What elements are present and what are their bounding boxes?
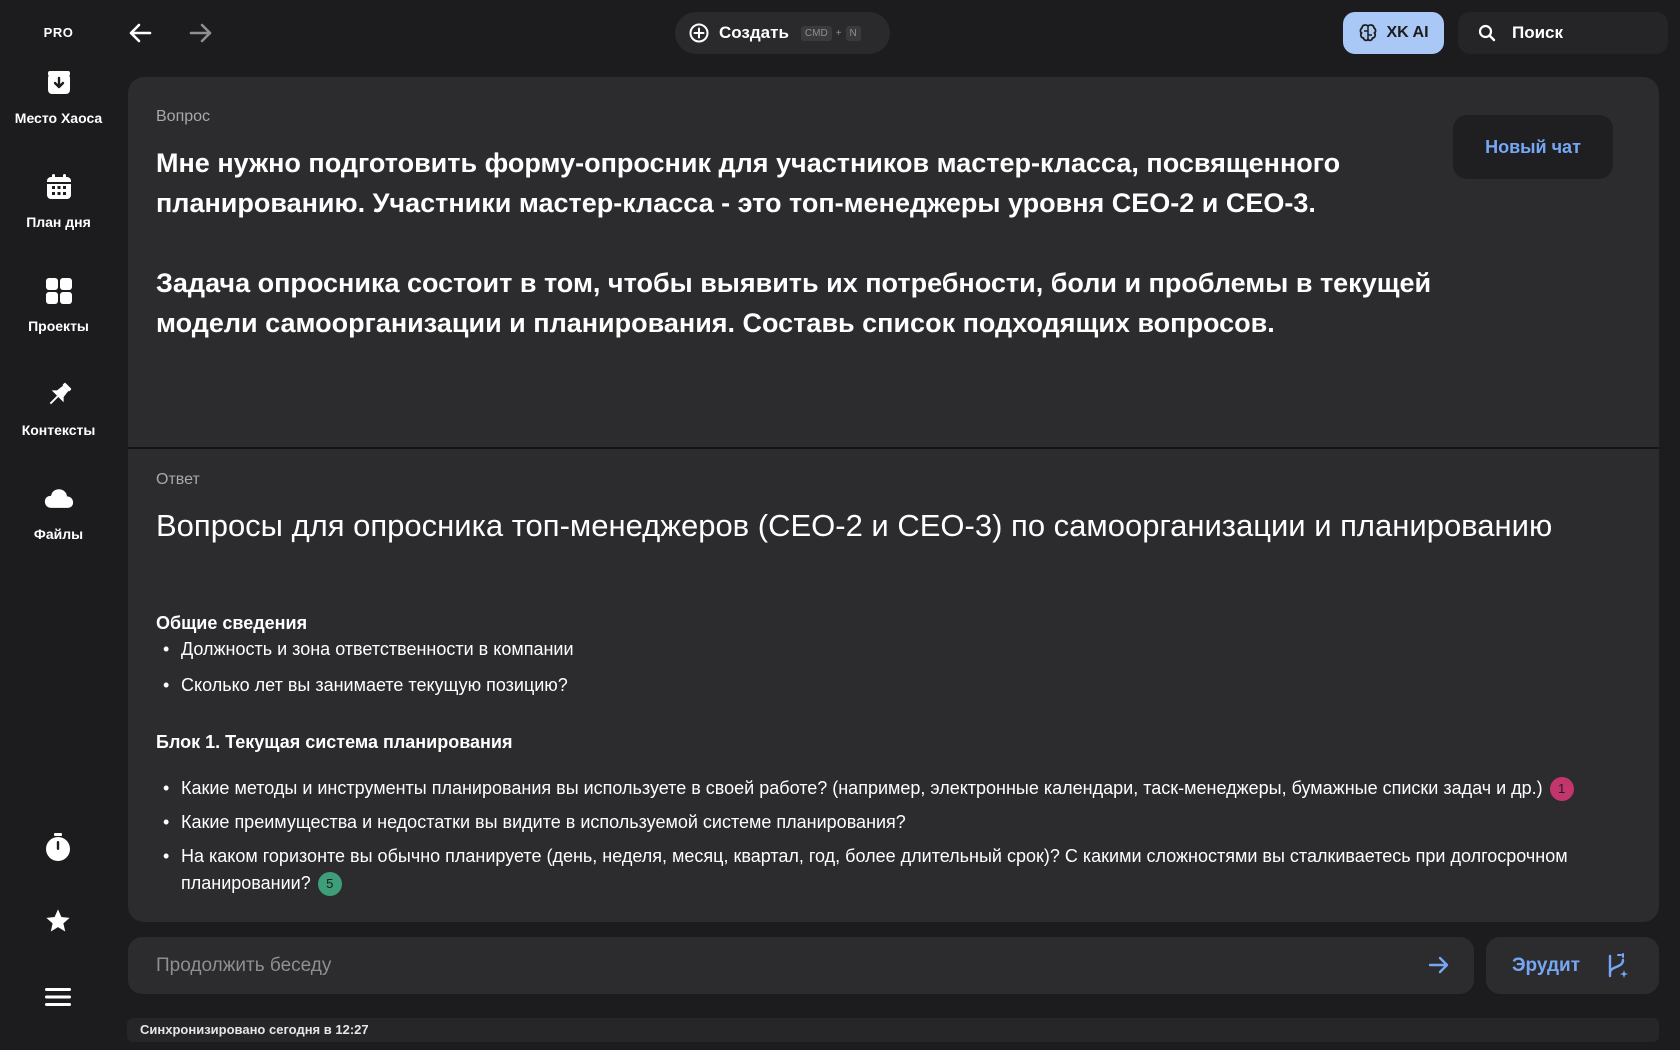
pro-badge: PRO bbox=[43, 25, 74, 40]
sidebar-item-contexts[interactable]: Контексты bbox=[0, 380, 117, 466]
shortcut-key: N bbox=[845, 25, 861, 41]
question-list: Должность и зона ответственности в компа… bbox=[156, 636, 1656, 699]
sidebar-item-label: Файлы bbox=[33, 526, 84, 542]
question-label: Вопрос bbox=[156, 108, 211, 125]
list-item-text: Какие методы и инструменты планирования … bbox=[181, 778, 1543, 798]
sync-status: Синхронизировано сегодня в 12:27 bbox=[127, 1018, 1659, 1042]
answer-section: Ответ Вопросы для опросника топ-менеджер… bbox=[128, 449, 1659, 922]
star-icon[interactable] bbox=[43, 906, 73, 936]
sidebar: PRO Место Хаоса План дня Проекты Контекс… bbox=[0, 0, 117, 1050]
section-heading: Блок 1. Текущая система планирования bbox=[156, 732, 513, 752]
question-list: Какие методы и инструменты планирования … bbox=[156, 775, 1656, 897]
erudit-label: Эрудит bbox=[1512, 954, 1581, 976]
answer-body: Общие сведения Должность и зона ответств… bbox=[156, 611, 1656, 897]
list-item-text: Какие преимущества и недостатки вы видит… bbox=[181, 812, 906, 832]
search-box[interactable]: Поиск bbox=[1458, 12, 1668, 54]
list-item: Сколько лет вы занимаете текущую позицию… bbox=[156, 672, 1626, 699]
sidebar-item-projects[interactable]: Проекты bbox=[0, 276, 117, 362]
question-paragraph: Задача опросника состоит в том, чтобы вы… bbox=[156, 268, 1432, 338]
branch-sparkle-icon bbox=[1604, 952, 1630, 979]
timer-icon[interactable] bbox=[43, 832, 73, 862]
menu-icon[interactable] bbox=[43, 982, 73, 1012]
sidebar-item-day-plan[interactable]: План дня bbox=[0, 172, 117, 258]
sidebar-item-label: Место Хаоса bbox=[14, 110, 103, 126]
sidebar-item-label: Контексты bbox=[21, 422, 96, 438]
ai-button[interactable]: XK AI bbox=[1343, 12, 1444, 54]
question-section: Вопрос Мне нужно подготовить форму-опрос… bbox=[128, 77, 1659, 448]
chat-input-bar bbox=[128, 937, 1474, 994]
sidebar-item-label: План дня bbox=[26, 214, 91, 230]
calendar-icon bbox=[44, 172, 74, 202]
list-item: На каком горизонте вы обычно планируете … bbox=[156, 843, 1626, 897]
sidebar-item-files[interactable]: Файлы bbox=[0, 484, 117, 570]
brain-icon bbox=[1358, 23, 1378, 43]
forward-arrow-icon[interactable] bbox=[186, 18, 216, 48]
search-label: Поиск bbox=[1512, 23, 1564, 42]
back-arrow-icon[interactable] bbox=[125, 18, 155, 48]
list-item: Какие преимущества и недостатки вы видит… bbox=[156, 809, 1626, 836]
list-item: Какие методы и инструменты планирования … bbox=[156, 775, 1626, 802]
grid-icon bbox=[44, 276, 74, 306]
inbox-download-icon bbox=[44, 68, 74, 98]
source-badge[interactable]: 5 bbox=[317, 872, 342, 897]
question-text: Мне нужно подготовить форму-опросник для… bbox=[156, 143, 1456, 343]
question-paragraph: Мне нужно подготовить форму-опросник для… bbox=[156, 148, 1341, 218]
sidebar-item-label: Проекты bbox=[28, 318, 89, 334]
create-label: Создать bbox=[719, 23, 789, 42]
erudit-mode-button[interactable]: Эрудит bbox=[1486, 937, 1659, 994]
search-icon bbox=[1478, 24, 1496, 42]
pin-icon bbox=[44, 380, 74, 410]
send-arrow-icon[interactable] bbox=[1424, 950, 1454, 980]
chat-panel: Вопрос Мне нужно подготовить форму-опрос… bbox=[128, 77, 1659, 922]
answer-label: Ответ bbox=[156, 471, 200, 488]
ai-label: XK AI bbox=[1386, 24, 1429, 41]
source-badge[interactable]: 1 bbox=[1549, 777, 1574, 802]
create-button[interactable]: Создать CMD + N bbox=[675, 12, 890, 54]
new-chat-button[interactable]: Новый чат bbox=[1453, 115, 1613, 179]
list-item-text: На каком горизонте вы обычно планируете … bbox=[181, 846, 1568, 893]
shortcut-key: CMD bbox=[800, 25, 832, 41]
answer-title: Вопросы для опросника топ-менеджеров (CE… bbox=[156, 508, 1553, 543]
shortcut-plus: + bbox=[835, 27, 842, 39]
section-heading: Общие сведения bbox=[156, 613, 308, 633]
cloud-icon bbox=[44, 484, 74, 514]
continue-chat-input[interactable] bbox=[156, 954, 1356, 977]
list-item: Должность и зона ответственности в компа… bbox=[156, 636, 1626, 663]
plus-circle-icon bbox=[689, 23, 709, 43]
sidebar-item-chaos[interactable]: Место Хаоса bbox=[0, 68, 117, 154]
